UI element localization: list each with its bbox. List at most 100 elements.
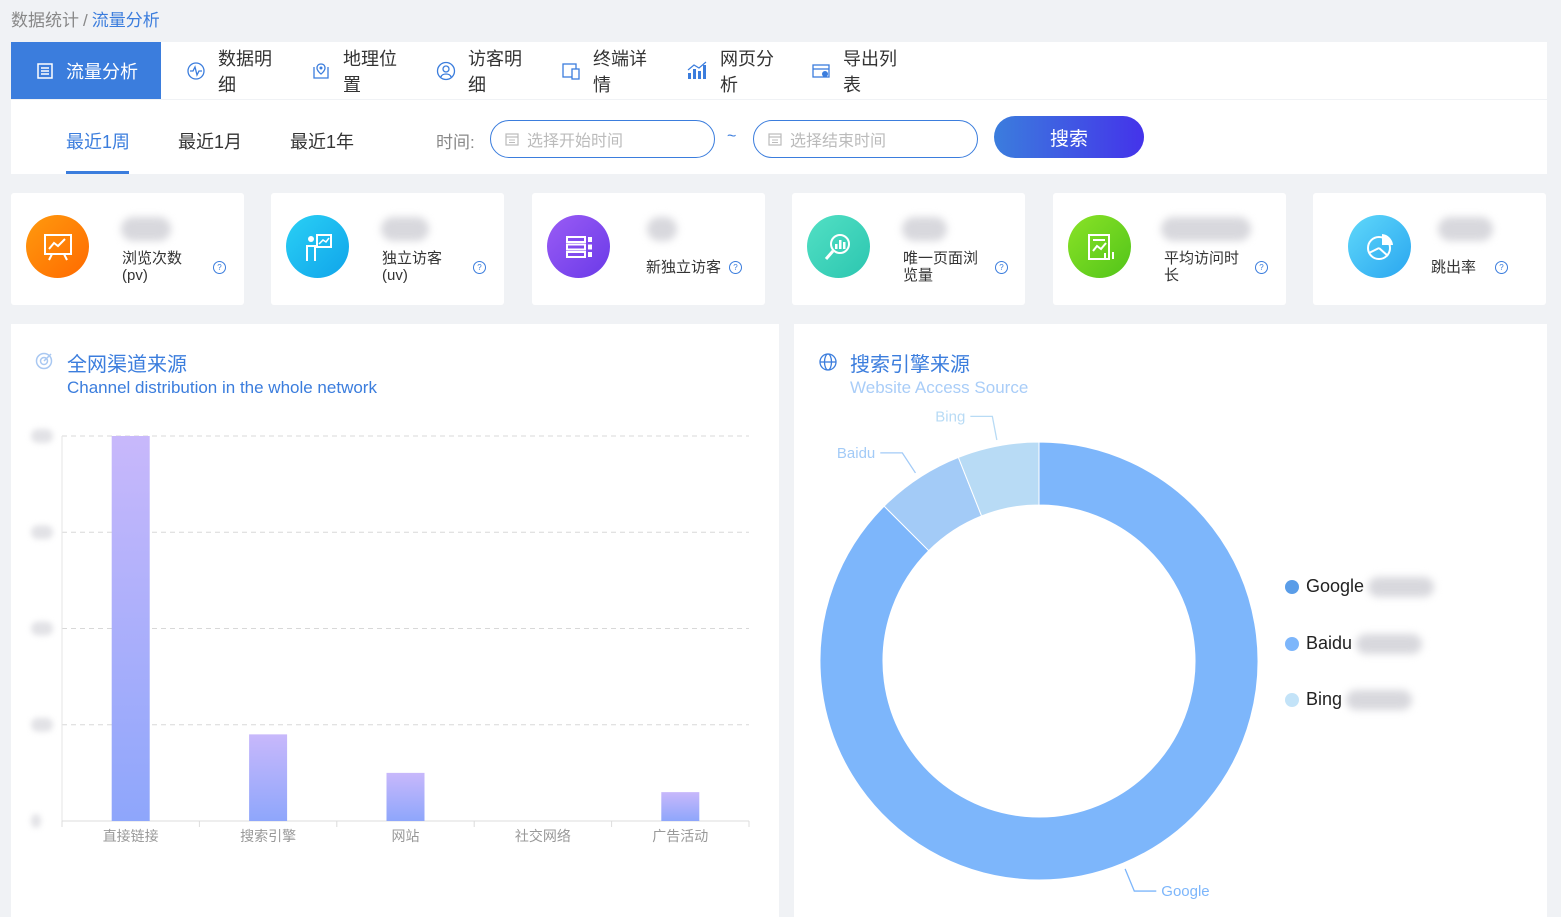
stat-value-hidden [121, 217, 171, 241]
stat-value-hidden [647, 217, 677, 241]
legend-label: Bing [1306, 689, 1343, 709]
period-active-indicator [66, 171, 129, 174]
breadcrumb: 数据统计 / 流量分析 [11, 6, 160, 31]
stat-label: 新独立访客 [646, 259, 722, 276]
start-date-placeholder: 选择开始时间 [527, 133, 624, 150]
presenter-icon [286, 215, 349, 278]
tab-geo-location[interactable]: 地理位置 [286, 42, 411, 99]
bar-2[interactable] [386, 772, 425, 821]
legend-value-hidden [1346, 689, 1413, 710]
start-date-input[interactable]: 选择开始时间 [490, 120, 715, 158]
x-tick-label: 直接链接 [103, 828, 159, 844]
bar-0[interactable] [111, 436, 150, 821]
user-icon [436, 61, 456, 80]
breadcrumb-parent[interactable]: 数据统计 [11, 11, 79, 30]
stat-value-hidden [381, 217, 429, 241]
y-tick-hidden [31, 429, 53, 443]
legend-item-bing[interactable]: Bing [1285, 689, 1413, 710]
tab-export-list[interactable]: 导出列表 [786, 42, 911, 99]
tab-label: 导出列表 [843, 48, 897, 95]
server-icon [547, 215, 610, 278]
legend-value-hidden [1356, 633, 1423, 654]
stat-card-bounce-rate: 跳出率 ? [1313, 193, 1546, 305]
legend-item-baidu[interactable]: Baidu [1285, 633, 1423, 654]
help-icon[interactable]: ? [995, 261, 1008, 274]
channel-bar-chart: 直接链接 搜索引擎 网站 社交网络 广告活动 [31, 429, 750, 844]
breadcrumb-separator: / [83, 11, 88, 30]
legend-item-google[interactable]: Google [1285, 576, 1435, 597]
main-nav: 流量分析 数据明细 地理位置 访客明细 终端详情 网页分析 导出列表 [11, 42, 1547, 99]
bar-chart-icon [687, 61, 707, 79]
y-tick-hidden [31, 814, 41, 828]
pulse-icon [187, 61, 205, 80]
time-label: 时间: [436, 133, 475, 152]
legend-label: Google [1306, 576, 1365, 596]
period-last-month[interactable]: 最近1月 [178, 128, 242, 154]
help-icon[interactable]: ? [213, 261, 226, 274]
end-date-input[interactable]: 选择结束时间 [753, 120, 978, 158]
legend-value-hidden [1368, 576, 1435, 597]
globe-icon [819, 353, 837, 371]
calendar-icon [505, 133, 519, 146]
breadcrumb-current: 流量分析 [91, 11, 160, 30]
panel-subtitle: Website Access Source [850, 378, 1029, 397]
legend-dot [1285, 692, 1299, 707]
map-pin-icon [313, 62, 329, 79]
stat-label: 唯一页面浏 览量 [903, 250, 979, 284]
help-icon[interactable]: ? [1255, 261, 1268, 274]
tab-traffic-analysis[interactable]: 流量分析 [11, 42, 161, 99]
pie-icon [1348, 215, 1411, 278]
legend-label: Baidu [1306, 633, 1353, 653]
search-engine-panel: 搜索引擎来源 Website Access Source [794, 324, 1547, 917]
legend-dot [1285, 579, 1299, 594]
end-date-placeholder: 选择结束时间 [790, 133, 887, 150]
tab-label: 网页分析 [720, 48, 774, 95]
filter-bar: 最近1周 最近1月 最近1年 时间: 选择开始时间 ~ 选择结束时间 搜索 [11, 100, 1547, 174]
stat-card-avg-duration: 平均访问时长 ? [1053, 193, 1286, 305]
help-icon[interactable]: ? [729, 261, 742, 274]
tab-label: 终端详情 [593, 48, 647, 95]
channel-panel: 全网渠道来源 Channel distribution in the whole… [11, 324, 779, 917]
y-tick-hidden [31, 525, 53, 540]
tab-page-analysis[interactable]: 网页分析 [661, 42, 786, 99]
magnifier-chart-icon [807, 215, 870, 278]
range-separator: ~ [727, 128, 737, 145]
report-icon [1068, 215, 1131, 278]
bar-1[interactable] [249, 734, 288, 821]
tab-label: 数据明细 [218, 48, 272, 95]
tab-visitor-detail[interactable]: 访客明细 [411, 42, 536, 99]
tab-data-detail[interactable]: 数据明细 [161, 42, 286, 99]
x-tick-label: 网站 [392, 828, 420, 844]
stat-value-hidden [1438, 217, 1493, 241]
period-last-week[interactable]: 最近1周 [66, 128, 130, 154]
x-tick-label: 搜索引擎 [240, 828, 296, 844]
tab-label: 流量分析 [66, 61, 138, 82]
search-button[interactable]: 搜索 [994, 116, 1144, 158]
stat-card-pv: 浏览次数 (pv) ? [11, 193, 244, 305]
x-tick-label: 社交网络 [515, 828, 571, 844]
stat-card-unique-pageviews: 唯一页面浏 览量 ? [792, 193, 1025, 305]
stat-label: 平均访问时长 [1164, 250, 1240, 284]
help-icon[interactable]: ? [1495, 261, 1508, 274]
bar-4[interactable] [661, 792, 700, 821]
stat-card-new-uv: 新独立访客 ? [532, 193, 765, 305]
legend-dot [1285, 636, 1299, 651]
panel-title: 搜索引擎来源 [850, 354, 970, 376]
stat-label: 浏览次数 (pv) [122, 250, 183, 284]
x-tick-label: 广告活动 [652, 828, 708, 844]
stat-label: 独立访客 (uv) [382, 250, 443, 284]
calendar-icon [768, 133, 782, 146]
stat-value-hidden [902, 217, 947, 241]
document-icon [37, 62, 53, 79]
export-icon [812, 63, 830, 78]
tab-label: 地理位置 [343, 48, 397, 95]
tab-label: 访客明细 [468, 48, 522, 95]
stat-value-hidden [1161, 217, 1251, 241]
y-tick-hidden [31, 621, 53, 636]
device-icon [562, 62, 580, 80]
help-icon[interactable]: ? [473, 261, 486, 274]
tab-device-detail[interactable]: 终端详情 [536, 42, 661, 99]
stat-label: 跳出率 [1431, 259, 1477, 276]
period-last-year[interactable]: 最近1年 [290, 128, 354, 154]
stat-card-uv: 独立访客 (uv) ? [271, 193, 504, 305]
